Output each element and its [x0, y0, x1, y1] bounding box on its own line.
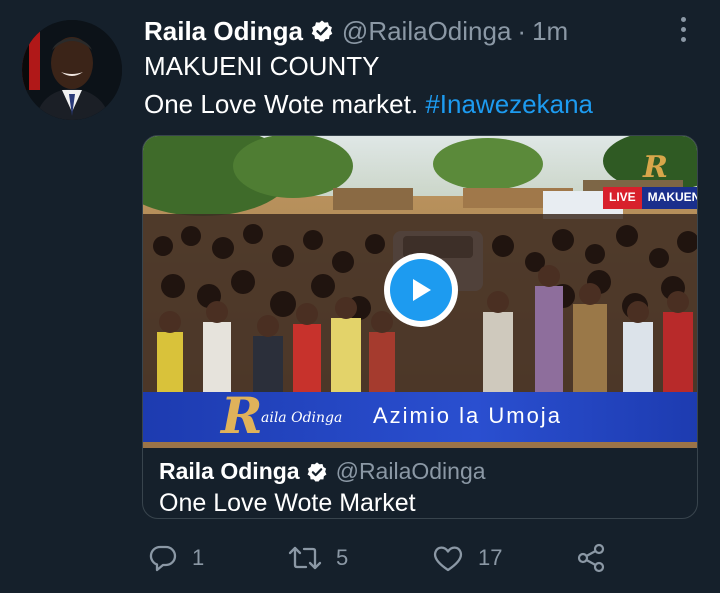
retweet-count: 5	[336, 545, 349, 570]
tweet-text-line1: MAKUENI COUNTY	[144, 51, 380, 81]
play-icon	[390, 259, 452, 321]
tweet-text: One Love Wote market.	[144, 89, 419, 119]
author-name[interactable]: Raila Odinga	[144, 16, 303, 47]
author-handle[interactable]: @RailaOdinga	[342, 16, 511, 47]
header-separator: ·	[517, 15, 527, 46]
lower-third-initial: R	[221, 386, 263, 445]
author-avatar[interactable]	[22, 20, 122, 120]
more-options-icon[interactable]	[672, 14, 694, 44]
quoted-tweet-header: Raila Odinga @RailaOdinga	[159, 458, 486, 485]
like-count: 17	[478, 545, 503, 570]
retweet-button[interactable]: 5	[288, 536, 348, 580]
play-button[interactable]	[384, 253, 458, 327]
tweet-timestamp[interactable]: 1m	[532, 16, 568, 47]
reply-icon	[149, 545, 177, 572]
video-thumbnail[interactable]: R LIVE MAKUENI R aila Odinga Azimio la U…	[143, 136, 697, 448]
like-button[interactable]: 17	[432, 536, 502, 580]
channel-logo-icon: R	[643, 150, 668, 185]
tweet-header: Raila Odinga @RailaOdinga · 1m	[144, 14, 644, 48]
live-label: LIVE	[603, 187, 642, 209]
lower-third-name: aila Odinga	[261, 410, 343, 426]
video-lower-third: R aila Odinga Azimio la Umoja	[143, 386, 697, 445]
share-icon	[577, 543, 605, 573]
like-icon	[433, 546, 463, 572]
retweet-icon	[288, 546, 322, 570]
verified-badge-icon	[306, 461, 328, 483]
live-badge: LIVE MAKUENI	[603, 187, 697, 209]
lower-third-slogan: Azimio la Umoja	[373, 403, 562, 428]
reply-count: 1	[192, 545, 205, 570]
quoted-author-name[interactable]: Raila Odinga	[159, 458, 300, 485]
live-location: MAKUENI	[641, 187, 697, 209]
tweet-actions-bar: 1 5 17	[144, 536, 624, 580]
quoted-tweet[interactable]: Raila Odinga @RailaOdinga One Love Wote …	[143, 448, 697, 518]
share-button[interactable]	[576, 536, 606, 580]
reply-button[interactable]: 1	[148, 536, 204, 580]
tweet-text-line2: One Love Wote market. #Inawezekana	[144, 89, 593, 120]
quoted-author-handle[interactable]: @RailaOdinga	[336, 458, 486, 485]
quoted-tweet-text: One Love Wote Market	[159, 489, 416, 517]
quoted-media-card[interactable]: R LIVE MAKUENI R aila Odinga Azimio la U…	[142, 135, 698, 519]
hashtag-link[interactable]: #Inawezekana	[425, 89, 593, 119]
verified-badge-icon	[310, 19, 334, 43]
avatar-photo	[22, 20, 122, 120]
